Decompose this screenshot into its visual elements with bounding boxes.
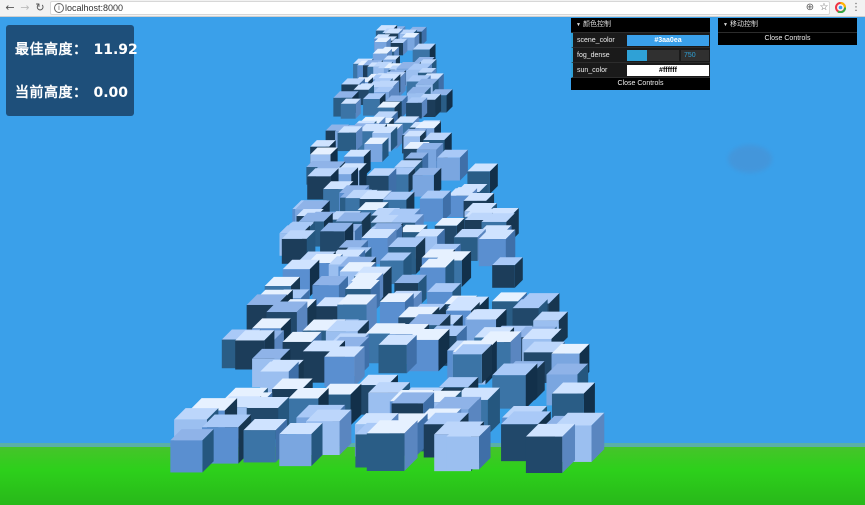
url-text: localhost:8000 [65, 3, 124, 13]
move-controls-panel: ▼ 移动控制 Close Controls [718, 18, 857, 45]
best-height-row: 最佳高度： 11.92 [15, 39, 138, 59]
color-controls-panel: ▼ 颜色控制 scene_color #3aa0ea fog_dense 750 … [571, 18, 710, 90]
triangle-down-icon: ▼ [576, 22, 581, 28]
close-controls-button[interactable]: Close Controls [718, 33, 857, 45]
fog-dense-slider[interactable] [627, 50, 679, 61]
current-height-label: 当前高度： [15, 85, 88, 101]
address-bar[interactable]: i localhost:8000 [50, 1, 830, 15]
move-controls-title[interactable]: ▼ 移动控制 [718, 18, 857, 33]
color-controls-title[interactable]: ▼ 颜色控制 [571, 18, 710, 33]
height-panel: 最佳高度： 11.92 当前高度： 0.00 [6, 25, 138, 116]
sun-color-label: sun_color [577, 67, 608, 74]
best-height-label: 最佳高度： [15, 42, 88, 58]
move-controls-title-text: 移动控制 [729, 21, 758, 28]
current-height-row: 当前高度： 0.00 [15, 82, 128, 102]
browser-toolbar: ← → ↻ i localhost:8000 ⊕ ☆ ⋮ [0, 0, 865, 17]
fog-dense-input[interactable]: 750 [681, 50, 709, 61]
current-height-value: 0.00 [93, 85, 129, 101]
forward-arrow-icon[interactable]: → [19, 2, 31, 14]
scene-color-input[interactable]: #3aa0ea [627, 35, 709, 46]
fog-dense-row: fog_dense 750 [571, 48, 710, 63]
reload-icon[interactable]: ↻ [34, 2, 46, 14]
extension-icon[interactable] [834, 2, 846, 14]
color-controls-title-text: 颜色控制 [582, 21, 611, 28]
scene-color-row: scene_color #3aa0ea [571, 33, 710, 48]
sun-color-row: sun_color #ffffff [571, 63, 710, 78]
bookmark-star-icon[interactable]: ☆ [818, 2, 830, 14]
close-controls-button[interactable]: Close Controls [571, 78, 710, 90]
fog-dense-label: fog_dense [577, 52, 610, 59]
scene-color-label: scene_color [577, 37, 615, 44]
zoom-icon[interactable]: ⊕ [804, 2, 816, 14]
fog-dense-slider-fill [627, 50, 647, 61]
back-arrow-icon[interactable]: ← [4, 2, 16, 14]
menu-kebab-icon[interactable]: ⋮ [850, 2, 862, 14]
info-icon[interactable]: i [54, 3, 64, 13]
sun-color-input[interactable]: #ffffff [627, 65, 709, 76]
triangle-down-icon: ▼ [723, 22, 728, 28]
best-height-value: 11.92 [93, 42, 138, 58]
